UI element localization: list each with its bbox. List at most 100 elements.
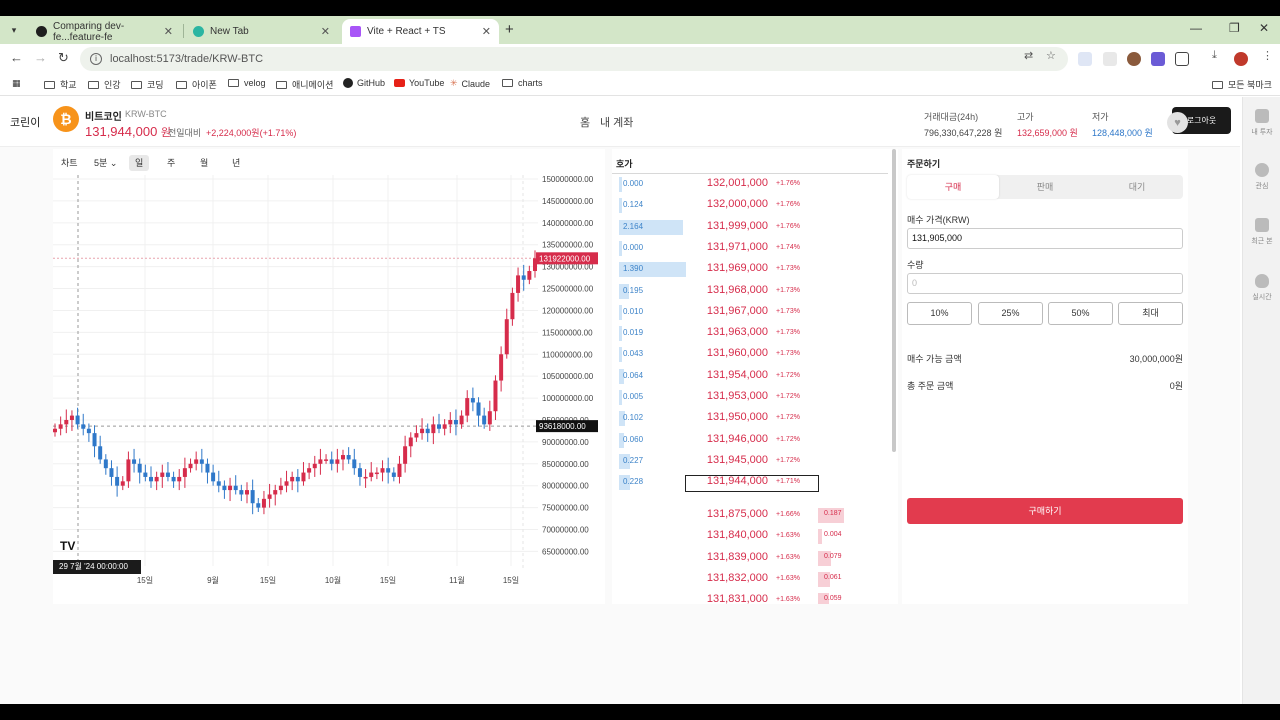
forward-icon[interactable]: → bbox=[34, 50, 47, 65]
period-year[interactable]: 년 bbox=[226, 155, 246, 171]
extensions-puzzle-icon[interactable] bbox=[1175, 52, 1189, 66]
bookmark-folder[interactable]: 인강 bbox=[88, 78, 121, 91]
buy-button[interactable]: 구매하기 bbox=[907, 498, 1183, 524]
ask-row[interactable]: 0.195 131,968,000 +1.73% bbox=[612, 281, 892, 302]
bookmark-folder[interactable]: charts bbox=[502, 78, 543, 88]
new-tab-button[interactable]: + bbox=[505, 21, 514, 38]
bookmark-folder[interactable]: 학교 bbox=[44, 78, 77, 91]
extension-icon[interactable] bbox=[1078, 52, 1092, 66]
ask-row[interactable]: 2.164 131,999,000 +1.76% bbox=[612, 217, 892, 238]
bookmark-folder[interactable]: 코딩 bbox=[131, 78, 164, 91]
ask-price: 131,967,000 bbox=[706, 304, 768, 317]
sidebar-item-my-investment[interactable]: 내 투자 bbox=[1243, 109, 1280, 137]
ask-row[interactable]: 1.390 131,969,000 +1.73% bbox=[612, 259, 892, 280]
bookmark-folder[interactable]: 아이폰 bbox=[176, 78, 217, 91]
x-tick-label: 15일 bbox=[380, 576, 396, 585]
bid-row[interactable]: 131,875,000 +1.66% 0.187 bbox=[612, 505, 892, 526]
x-tick-label: 15일 bbox=[260, 576, 276, 585]
qty-input[interactable]: 0 bbox=[907, 273, 1183, 294]
period-week[interactable]: 주 bbox=[161, 155, 181, 171]
download-icon[interactable]: ⤓ bbox=[1212, 49, 1217, 62]
bid-row[interactable]: 131,831,000 +1.63% 0.059 bbox=[612, 590, 892, 604]
ask-row[interactable]: 0.102 131,950,000 +1.72% bbox=[612, 408, 892, 429]
tab-sell[interactable]: 판매 bbox=[999, 175, 1091, 199]
restore-icon[interactable]: ❐ bbox=[1229, 21, 1240, 35]
window-close-icon[interactable]: ✕ bbox=[1259, 21, 1269, 35]
tab-github[interactable]: Comparing dev-fe...feature-fe ✕ bbox=[28, 19, 181, 44]
bookmark-claude[interactable]: ✳ Claude bbox=[450, 78, 490, 89]
price-input[interactable]: 131,905,000 bbox=[907, 228, 1183, 249]
period-day[interactable]: 일 bbox=[129, 155, 150, 171]
candle-body bbox=[290, 476, 295, 482]
extension-icon[interactable] bbox=[1151, 52, 1165, 66]
close-icon[interactable]: ✕ bbox=[482, 25, 491, 38]
ask-row[interactable]: 0.227 131,945,000 +1.72% bbox=[612, 451, 892, 472]
candle-body bbox=[256, 503, 261, 508]
tab-buy[interactable]: 구매 bbox=[907, 175, 999, 199]
apps-icon[interactable]: ▦ bbox=[12, 78, 21, 89]
bookmark-label: 코딩 bbox=[147, 80, 164, 90]
profile-avatar[interactable] bbox=[1234, 52, 1248, 66]
extension-icon[interactable] bbox=[1127, 52, 1141, 66]
bid-row[interactable]: 131,839,000 +1.63% 0.079 bbox=[612, 548, 892, 569]
pct-25-button[interactable]: 25% bbox=[978, 302, 1043, 325]
translate-icon[interactable]: ⇄ bbox=[1024, 49, 1033, 62]
x-tick-label: 15일 bbox=[503, 576, 519, 585]
bookmark-folder[interactable]: velog bbox=[228, 78, 266, 88]
tab-pending[interactable]: 대기 bbox=[1091, 175, 1183, 199]
tab-vite[interactable]: Vite + React + TS ✕ bbox=[342, 19, 499, 44]
bookmark-github[interactable]: GitHub bbox=[343, 78, 385, 88]
candle-body bbox=[391, 472, 396, 477]
ask-price: 131,963,000 bbox=[706, 326, 768, 339]
folder-icon bbox=[176, 80, 187, 89]
favorite-button[interactable]: ♥ bbox=[1167, 112, 1188, 133]
nav-home-link[interactable]: 홈 bbox=[580, 114, 590, 130]
ask-row[interactable]: 0.043 131,960,000 +1.73% bbox=[612, 344, 892, 365]
candlestick-chart[interactable]: 150000000.00 145000000.00 140000000.00 1350… bbox=[53, 175, 605, 604]
bookmark-folder[interactable]: 애니메이션 bbox=[276, 78, 333, 91]
ask-row[interactable]: 0.064 131,954,000 +1.72% bbox=[612, 366, 892, 387]
all-bookmarks[interactable]: 모든 북마크 bbox=[1212, 78, 1272, 91]
address-bar[interactable]: i localhost:5173/trade/KRW-BTC bbox=[80, 47, 1068, 71]
ask-row[interactable]: 0.124 132,000,000 +1.76% bbox=[612, 195, 892, 216]
candle-body bbox=[137, 463, 142, 473]
menu-icon[interactable]: ⋮ bbox=[1262, 49, 1273, 62]
scrollbar[interactable] bbox=[892, 149, 896, 452]
bid-qty: 0.061 bbox=[824, 573, 842, 581]
pct-10-button[interactable]: 10% bbox=[907, 302, 972, 325]
bid-row[interactable]: 131,832,000 +1.63% 0.061 bbox=[612, 569, 892, 590]
ask-row[interactable]: 0.019 131,963,000 +1.73% bbox=[612, 323, 892, 344]
ask-qty: 0.005 bbox=[623, 392, 644, 401]
back-icon[interactable]: ← bbox=[10, 50, 23, 65]
close-icon[interactable]: ✕ bbox=[164, 25, 173, 38]
close-icon[interactable]: ✕ bbox=[321, 25, 330, 38]
ask-row[interactable]: 0.060 131,946,000 +1.72% bbox=[612, 430, 892, 451]
ask-pct: +1.73% bbox=[776, 329, 800, 337]
extension-icon[interactable] bbox=[1103, 52, 1117, 66]
candle-body bbox=[437, 424, 441, 429]
bookmark-star-icon[interactable]: ☆ bbox=[1046, 49, 1056, 62]
ask-row[interactable]: 0.005 131,953,000 +1.72% bbox=[612, 387, 892, 408]
nav-account-link[interactable]: 내 계좌 bbox=[600, 114, 633, 130]
tab-new-tab[interactable]: New Tab ✕ bbox=[185, 19, 338, 44]
ask-price: 131,945,000 bbox=[706, 453, 768, 466]
x-tick-label: 15일 bbox=[137, 576, 153, 585]
brand-logo[interactable]: 코린이 bbox=[10, 114, 40, 130]
sidebar-item-realtime[interactable]: 실시간 bbox=[1243, 274, 1280, 302]
tab-list-button[interactable]: ▾ bbox=[6, 22, 22, 38]
period-month[interactable]: 월 bbox=[194, 155, 214, 171]
minimize-icon[interactable]: — bbox=[1190, 21, 1202, 35]
sidebar-item-favorites[interactable]: 관심 bbox=[1243, 163, 1280, 191]
interval-select[interactable]: 5분 ⌄ bbox=[88, 155, 123, 171]
pct-50-button[interactable]: 50% bbox=[1048, 302, 1113, 325]
candle-body bbox=[516, 275, 521, 293]
ask-row[interactable]: 0.000 132,001,000 +1.76% bbox=[612, 174, 892, 195]
bid-row[interactable]: 131,840,000 +1.63% 0.004 bbox=[612, 526, 892, 547]
bookmark-youtube[interactable]: YouTube bbox=[394, 78, 444, 88]
max-button[interactable]: 최대 bbox=[1118, 302, 1183, 325]
ask-row[interactable]: 0.010 131,967,000 +1.73% bbox=[612, 302, 892, 323]
site-info-icon[interactable]: i bbox=[90, 53, 102, 65]
ask-row[interactable]: 0.000 131,971,000 +1.74% bbox=[612, 238, 892, 259]
reload-icon[interactable]: ↻ bbox=[58, 50, 69, 66]
sidebar-item-recent[interactable]: 최근 본 bbox=[1243, 218, 1280, 246]
